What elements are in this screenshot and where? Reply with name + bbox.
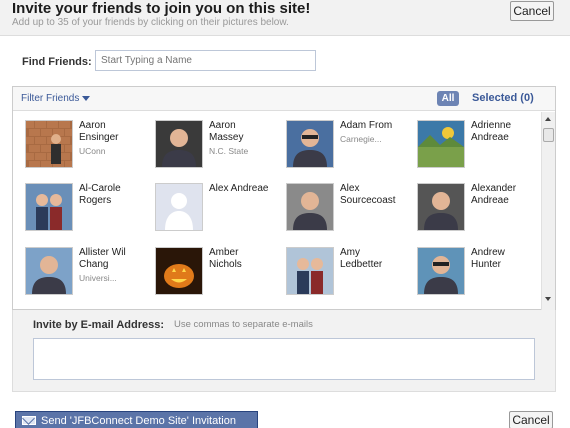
- email-input[interactable]: [33, 338, 535, 380]
- friend-name: Allister Wil Chang: [79, 247, 139, 271]
- default-avatar-icon[interactable]: [155, 183, 203, 231]
- scrollbar[interactable]: [541, 112, 555, 310]
- filter-bar: Filter Friends All Selected (0): [13, 87, 555, 111]
- dialog-subtitle: Add up to 35 of your friends by clicking…: [12, 17, 289, 28]
- man-glasses-photo[interactable]: [286, 120, 334, 168]
- friend-tile[interactable]: Andrew Hunter: [405, 239, 533, 301]
- family-photo[interactable]: [286, 247, 334, 295]
- cancel-button-bottom[interactable]: Cancel: [509, 411, 553, 428]
- scroll-down-icon[interactable]: [545, 297, 551, 301]
- friend-first-name: Allister Wil: [79, 247, 126, 258]
- scroll-up-icon[interactable]: [545, 117, 551, 121]
- email-invite-label: Invite by E-mail Address:: [33, 319, 165, 331]
- friend-tile[interactable]: Adrienne Andreae: [405, 112, 533, 174]
- sunglasses-man-photo[interactable]: [417, 247, 465, 295]
- friend-tile[interactable]: Amber Nichols: [143, 239, 271, 301]
- friend-first-name: Adam From: [340, 120, 393, 131]
- friend-tile[interactable]: Aaron Ensinger UConn: [13, 112, 141, 174]
- friend-first-name: Amy: [340, 247, 360, 258]
- friend-name: Adam From: [340, 120, 400, 132]
- friend-name: Aaron Ensinger: [79, 120, 139, 144]
- friend-name: Alexander Andreae: [471, 183, 531, 207]
- friend-last-name: Hunter: [471, 259, 502, 270]
- friends-grid: Aaron Ensinger UConn Aaron Massey N.C. State A…: [13, 112, 541, 310]
- tab-all[interactable]: All: [437, 91, 459, 106]
- dialog-title: Invite your friends to join you on this …: [12, 0, 311, 17]
- friend-tile[interactable]: Adam From Carnegie...: [274, 112, 402, 174]
- couple-photo[interactable]: [25, 183, 73, 231]
- painting-photo[interactable]: [417, 120, 465, 168]
- friend-name: Alex Sourcecoast: [340, 183, 400, 207]
- friend-tile[interactable]: Al-Carole Rogers: [13, 175, 141, 237]
- caret-down-icon: [82, 95, 91, 101]
- friend-last-name: Nichols: [209, 259, 242, 270]
- friend-last-name: Ledbetter: [340, 259, 383, 270]
- friend-network: N.C. State: [209, 146, 249, 156]
- friend-first-name: Amber: [209, 247, 239, 258]
- find-friends-label: Find Friends:: [22, 56, 92, 68]
- bw-portrait-photo[interactable]: [417, 183, 465, 231]
- find-friends-input[interactable]: [95, 50, 316, 71]
- friend-first-name: Andrew: [471, 247, 505, 258]
- friend-last-name: Massey: [209, 132, 244, 143]
- pumpkin-photo[interactable]: [155, 247, 203, 295]
- friend-name: Alex Andreae: [209, 183, 269, 195]
- friend-name: Aaron Massey: [209, 120, 269, 144]
- friend-tile[interactable]: Amy Ledbetter: [274, 239, 402, 301]
- send-invitation-button[interactable]: Send 'JFBConnect Demo Site' Invitation: [15, 411, 258, 428]
- friend-tile[interactable]: Aaron Massey N.C. State: [143, 112, 271, 174]
- friend-tile[interactable]: Alex Andreae: [143, 175, 271, 237]
- friend-first-name: Aaron: [209, 120, 236, 131]
- cancel-button-top[interactable]: Cancel: [510, 1, 554, 21]
- filter-friends-label: Filter Friends: [21, 93, 80, 104]
- friend-name: Amber Nichols: [209, 247, 269, 271]
- friend-network: Universi...: [79, 273, 117, 283]
- scroll-thumb[interactable]: [543, 128, 554, 142]
- friend-tile[interactable]: Alex Sourcecoast: [274, 175, 402, 237]
- friend-name: Amy Ledbetter: [340, 247, 400, 271]
- friend-last-name: Ensinger: [79, 132, 119, 143]
- send-invitation-label: Send 'JFBConnect Demo Site' Invitation: [41, 414, 236, 427]
- friend-first-name: Alex Andreae: [209, 183, 269, 194]
- friend-first-name: Aaron: [79, 120, 106, 131]
- friend-name: Adrienne Andreae: [471, 120, 531, 144]
- friend-last-name: Andreae: [471, 132, 509, 143]
- friend-network: Carnegie...: [340, 134, 382, 144]
- friend-first-name: Alex: [340, 183, 360, 194]
- dialog-header: Invite your friends to join you on this …: [0, 0, 570, 36]
- friend-last-name: Chang: [79, 259, 109, 270]
- filter-friends-dropdown[interactable]: Filter Friends: [21, 93, 91, 104]
- envelope-icon: [22, 416, 36, 425]
- friend-first-name: Adrienne: [471, 120, 512, 131]
- email-invite-hint: Use commas to separate e-mails: [174, 319, 313, 330]
- friend-last-name: Sourcecoast: [340, 195, 396, 206]
- brick-wall-photo[interactable]: [25, 120, 73, 168]
- tab-selected[interactable]: Selected (0): [472, 92, 534, 104]
- friend-tile[interactable]: Allister Wil Chang Universi...: [13, 239, 141, 301]
- friend-last-name: Rogers: [79, 195, 112, 206]
- friend-tile[interactable]: Alexander Andreae: [405, 175, 533, 237]
- friend-first-name: Alexander: [471, 183, 517, 194]
- man-portrait-photo[interactable]: [286, 183, 334, 231]
- friend-network: UConn: [79, 146, 106, 156]
- friend-first-name: Al-Carole: [79, 183, 121, 194]
- outdoor-photo[interactable]: [25, 247, 73, 295]
- dark-portrait-photo[interactable]: [155, 120, 203, 168]
- friend-name: Andrew Hunter: [471, 247, 531, 271]
- friends-selector: Filter Friends All Selected (0) Aaron Ens…: [12, 86, 556, 310]
- email-invite-section: Invite by E-mail Address: Use commas to …: [12, 310, 556, 392]
- friend-name: Al-Carole Rogers: [79, 183, 139, 207]
- friend-last-name: Andreae: [471, 195, 509, 206]
